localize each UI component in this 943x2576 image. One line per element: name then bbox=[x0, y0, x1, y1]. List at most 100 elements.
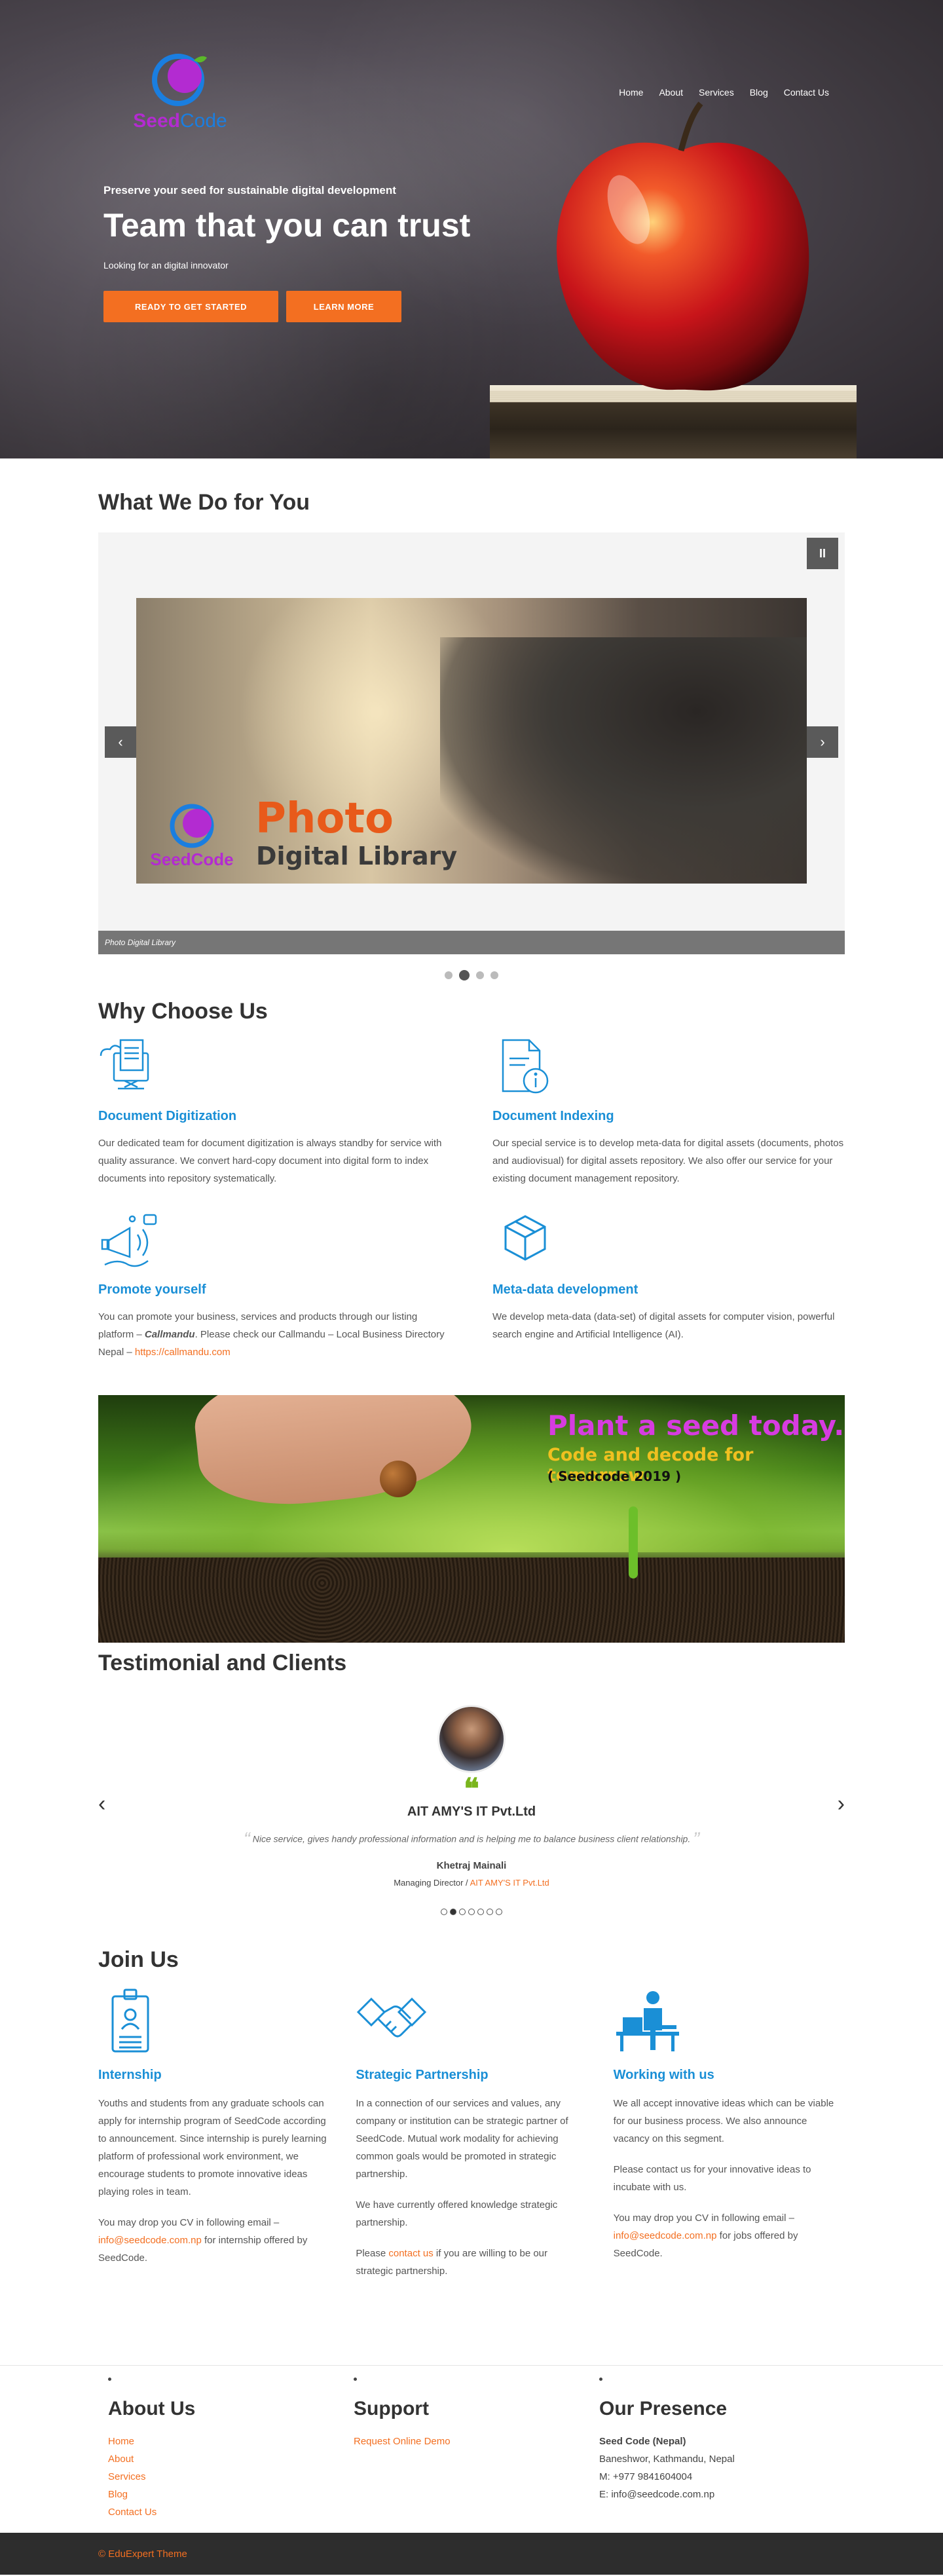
join-text: You may drop you CV in following email –… bbox=[613, 2212, 798, 2259]
footer-presence: Our Presence Seed Code (Nepal) Baneshwor… bbox=[599, 2378, 845, 2524]
main-nav: Home About Services Blog Contact Us bbox=[611, 87, 837, 98]
join-text: In a connection of our services and valu… bbox=[356, 2098, 568, 2180]
megaphone-icon bbox=[101, 1214, 157, 1267]
nav-services[interactable]: Services bbox=[691, 87, 742, 98]
footer-about: About Us Home About Services Blog Contac… bbox=[108, 2378, 354, 2524]
quote-icon: ❝ bbox=[464, 1773, 479, 1805]
slide-photo-text: Photo bbox=[255, 794, 394, 843]
footer-link-home[interactable]: Home bbox=[108, 2436, 354, 2447]
svg-text:SeedCode: SeedCode bbox=[150, 849, 233, 869]
join-title: Strategic Partnership bbox=[356, 2068, 489, 2082]
jobs-email-link[interactable]: info@seedcode.com.np bbox=[614, 2230, 717, 2241]
feature-text: Our special service is to develop meta-d… bbox=[492, 1138, 844, 1184]
testimonial-dot[interactable] bbox=[496, 1909, 502, 1915]
copyright-text[interactable]: © EduExpert Theme bbox=[98, 2548, 187, 2560]
hero-tagline: Preserve your seed for sustainable digit… bbox=[103, 184, 396, 196]
logo-seed-icon bbox=[152, 54, 207, 106]
slider-prev-button[interactable]: ‹ bbox=[105, 726, 136, 758]
feature-indexing: Document Indexing Our special service is… bbox=[492, 1037, 845, 1187]
logo-text: SeedCode bbox=[133, 110, 227, 132]
slider-dot[interactable] bbox=[445, 971, 453, 979]
join-text: You may drop you CV in following email –… bbox=[98, 2217, 308, 2264]
join-title: Working with us bbox=[613, 2068, 714, 2082]
nav-contact[interactable]: Contact Us bbox=[776, 87, 837, 98]
join-text: Youths and students from any graduate sc… bbox=[98, 2098, 327, 2197]
testimonial-quote: “ Nice service, gives handy professional… bbox=[243, 1829, 700, 1850]
avatar bbox=[437, 1705, 506, 1773]
feature-promote: Promote yourself You can promote your bu… bbox=[98, 1211, 451, 1361]
slider-next-button[interactable]: › bbox=[807, 726, 838, 758]
feature-title: Meta-data development bbox=[492, 1282, 638, 1297]
person-at-desk-icon bbox=[616, 1991, 679, 2051]
nav-blog[interactable]: Blog bbox=[742, 87, 776, 98]
slider-dot[interactable] bbox=[476, 971, 484, 979]
nav-home[interactable]: Home bbox=[611, 87, 651, 98]
footer-title: Support bbox=[354, 2398, 429, 2419]
site-footer: About Us Home About Services Blog Contac… bbox=[0, 2365, 943, 2533]
presence-mobile: M: +977 9841604004 bbox=[599, 2471, 693, 2482]
document-indexing-icon bbox=[502, 1039, 549, 1094]
testimonial-dot[interactable] bbox=[459, 1909, 466, 1915]
testimonial-dot[interactable] bbox=[441, 1909, 447, 1915]
slider-dot-active[interactable] bbox=[459, 970, 470, 980]
learn-more-button[interactable]: LEARN MORE bbox=[286, 291, 401, 322]
testimonial-role: Managing Director / AIT AMY'S IT Pvt.Ltd bbox=[394, 1878, 549, 1888]
join-text: Please contact us for your innovative id… bbox=[613, 2164, 811, 2193]
footer-link-contact[interactable]: Contact Us bbox=[108, 2507, 354, 2518]
presence-address: Baneshwor, Kathmandu, Nepal bbox=[599, 2454, 735, 2465]
footer-link-blog[interactable]: Blog bbox=[108, 2489, 354, 2500]
callmandu-link[interactable]: https://callmandu.com bbox=[135, 1347, 231, 1358]
slider-dots bbox=[98, 970, 845, 980]
internship-email-link[interactable]: info@seedcode.com.np bbox=[98, 2235, 202, 2246]
get-started-button[interactable]: READY TO GET STARTED bbox=[103, 291, 278, 322]
testimonial-next-button[interactable]: › bbox=[838, 1791, 845, 1817]
sprout-image bbox=[629, 1506, 638, 1578]
feature-title: Promote yourself bbox=[98, 1282, 206, 1297]
feature-text: You can promote your business, services … bbox=[98, 1311, 445, 1358]
site-logo[interactable]: SeedCode bbox=[131, 46, 229, 138]
banner-line-1: Plant a seed today. bbox=[547, 1409, 845, 1442]
testimonial-carousel: ❝ AIT AMY'S IT Pvt.Ltd “ Nice service, g… bbox=[98, 1676, 845, 1938]
pause-button[interactable]: II bbox=[807, 538, 838, 569]
join-text: We have currently offered knowledge stra… bbox=[356, 2199, 558, 2228]
testimonial-dot[interactable] bbox=[468, 1909, 475, 1915]
join-partnership: Strategic Partnership In a connection of… bbox=[356, 1988, 587, 2293]
presence-email: E: info@seedcode.com.np bbox=[599, 2489, 715, 2500]
join-title: Internship bbox=[98, 2068, 162, 2082]
join-internship: Internship Youths and students from any … bbox=[98, 1988, 329, 2293]
footer-title: Our Presence bbox=[599, 2398, 728, 2419]
plant-seed-banner: Plant a seed today. Code and decode for … bbox=[98, 1395, 845, 1643]
testimonial-dot[interactable] bbox=[487, 1909, 493, 1915]
testimonial-dot-active[interactable] bbox=[450, 1909, 456, 1915]
handshake-icon bbox=[357, 1997, 427, 2038]
contact-us-link[interactable]: contact us bbox=[388, 2248, 433, 2259]
slider-dot[interactable] bbox=[490, 971, 498, 979]
section-title-why: Why Choose Us bbox=[98, 999, 268, 1024]
section-title-join: Join Us bbox=[98, 1947, 179, 1972]
feature-title: Document Indexing bbox=[492, 1109, 614, 1123]
feature-title: Document Digitization bbox=[98, 1109, 237, 1123]
footer-title: About Us bbox=[108, 2398, 196, 2419]
footer-link-services[interactable]: Services bbox=[108, 2471, 354, 2482]
hero-section: SeedCode Home About Services Blog Contac… bbox=[0, 0, 943, 458]
copyright-bar: © EduExpert Theme bbox=[0, 2533, 943, 2575]
section-title-testimonial: Testimonial and Clients bbox=[98, 1651, 347, 1675]
testimonial-company-link[interactable]: AIT AMY'S IT Pvt.Ltd bbox=[470, 1878, 549, 1888]
testimonial-dots bbox=[98, 1909, 845, 1915]
nav-about[interactable]: About bbox=[651, 87, 691, 98]
what-we-do-section: What We Do for You II SeedCode Photo Dig… bbox=[98, 458, 845, 980]
slide-image: SeedCode Photo Digital Library bbox=[136, 598, 807, 884]
testimonial-company: AIT AMY'S IT Pvt.Ltd bbox=[407, 1804, 536, 1819]
footer-link-demo[interactable]: Request Online Demo bbox=[354, 2436, 599, 2447]
document-digitization-icon bbox=[100, 1039, 149, 1090]
join-text: Please contact us if you are willing to … bbox=[356, 2248, 548, 2277]
seed-image bbox=[380, 1461, 416, 1497]
presence-company: Seed Code (Nepal) bbox=[599, 2436, 686, 2447]
testimonial-prev-button[interactable]: ‹ bbox=[98, 1791, 105, 1817]
join-working: Working with us We all accept innovative… bbox=[614, 1988, 845, 2293]
footer-link-about[interactable]: About bbox=[108, 2454, 354, 2465]
why-choose-section: Why Choose Us Document Digitization Our … bbox=[98, 980, 845, 1643]
hero-subtitle: Looking for an digital innovator bbox=[103, 260, 229, 271]
banner-line-3: ( Seedcode 2019 ) bbox=[547, 1468, 682, 1484]
testimonial-dot[interactable] bbox=[477, 1909, 484, 1915]
